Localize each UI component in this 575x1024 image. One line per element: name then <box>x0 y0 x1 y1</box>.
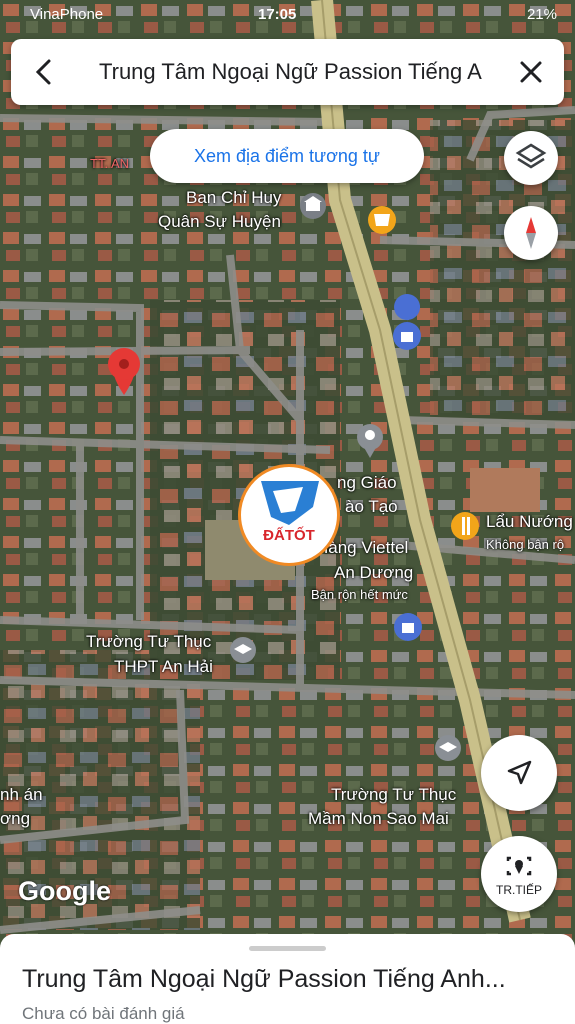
datot-watermark-logo: ĐẤTỐT <box>238 464 340 566</box>
compass-icon <box>526 217 536 249</box>
cafe-icon[interactable] <box>368 206 396 234</box>
clock: 17:05 <box>258 6 297 23</box>
school-icon[interactable] <box>435 735 461 761</box>
restaurant-icon[interactable] <box>451 512 479 540</box>
search-query-text[interactable]: Trung Tâm Ngoại Ngữ Passion Tiếng A <box>99 59 497 85</box>
map-label-truong-tu-thuc[interactable]: Trường Tư Thục <box>86 632 211 652</box>
map-label-left-2: ơng <box>0 809 31 828</box>
carrier-label: VinaPhone <box>30 6 104 23</box>
map-label-quan-su-huyen[interactable]: Quân Sự Huyện <box>158 212 281 232</box>
map-label-ban-chi-huy[interactable]: Ban Chỉ Huy <box>186 188 281 208</box>
map-label-dao-tao[interactable]: ào Tạo <box>345 497 398 517</box>
compass-button[interactable] <box>504 206 558 260</box>
layers-icon <box>515 143 547 169</box>
my-location-button[interactable] <box>481 735 557 811</box>
place-review-status: Chưa có bài đánh giá <box>22 1004 185 1023</box>
map-label-lau-nuong[interactable]: Lẩu Nướng <box>486 512 573 532</box>
place-bottom-sheet[interactable]: Trung Tâm Ngoại Ngữ Passion Tiếng Anh...… <box>0 934 575 1024</box>
school-icon[interactable] <box>230 637 256 663</box>
status-bar: VinaPhone 17:05 21% <box>0 0 575 30</box>
datot-brand-text: ĐẤTỐT <box>263 527 315 544</box>
directions-label: TR.TIẾP <box>495 883 542 897</box>
map-label-truong-tu-thuc-mn[interactable]: Trường Tư Thục <box>331 785 456 805</box>
directions-icon <box>506 856 532 876</box>
museum-icon[interactable] <box>300 193 326 219</box>
map-label-an-duong[interactable]: An Dương <box>334 563 413 583</box>
map-label-giao-duc[interactable]: ng Giáo <box>337 473 397 493</box>
similar-places-button[interactable]: Xem địa điểm tương tự <box>150 129 424 183</box>
map-label-viettel-status: Bận rộn hết mức <box>311 587 408 602</box>
close-icon[interactable] <box>514 55 548 89</box>
place-title: Trung Tâm Ngoại Ngữ Passion Tiếng Anh... <box>22 965 506 993</box>
map-label-mam-non-sao-mai[interactable]: Mầm Non Sao Mai <box>308 809 449 829</box>
back-arrow-icon[interactable] <box>27 55 61 89</box>
shopping-bag-icon[interactable] <box>394 613 422 641</box>
google-attribution: Google <box>18 876 111 906</box>
map-label-left-1: nh án <box>0 785 43 804</box>
battery-level: 21% <box>526 6 557 23</box>
map-label-lau-status: Không bận rộ <box>486 537 565 552</box>
directions-button[interactable]: TR.TIẾP <box>481 836 557 912</box>
map-label-tt-an: TT. AN <box>90 156 130 171</box>
layers-button[interactable] <box>504 131 558 185</box>
navigation-arrow-icon <box>507 760 532 785</box>
map-label-thpt-an-hai[interactable]: THPT An Hải <box>114 657 213 677</box>
search-bar[interactable]: Trung Tâm Ngoại Ngữ Passion Tiếng A <box>11 39 564 105</box>
sheet-drag-handle[interactable] <box>249 946 326 951</box>
